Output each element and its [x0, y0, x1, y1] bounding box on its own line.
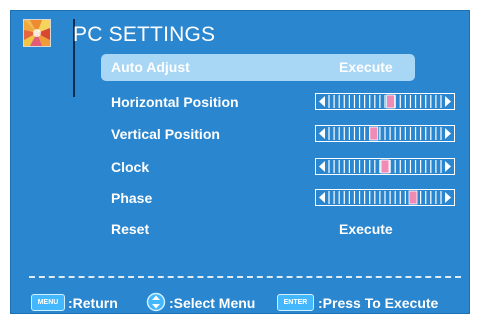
menu-item-auto-adjust[interactable]: Auto Adjust Execute — [11, 56, 469, 80]
up-down-arrows-icon — [146, 292, 166, 312]
menu-item-label: Clock — [111, 159, 150, 175]
slider-handle — [408, 190, 418, 205]
press-to-execute-text: :Press To Execute — [318, 295, 439, 311]
enter-key-button[interactable]: ENTER — [277, 294, 314, 311]
menu-item-label: Auto Adjust — [111, 59, 190, 75]
menu-item-label: Phase — [111, 190, 153, 206]
slider-handle — [386, 94, 395, 109]
page-title: PC SETTINGS — [73, 23, 216, 46]
menu-item-clock[interactable]: Clock — [11, 156, 469, 180]
menu-item-label: Horizontal Position — [111, 94, 239, 110]
menu-item-reset[interactable]: Reset Execute — [11, 218, 469, 242]
vertical-position-slider[interactable] — [315, 125, 455, 142]
menu-item-vertical-position[interactable]: Vertical Position — [11, 123, 469, 147]
menu-item-label: Vertical Position — [111, 126, 220, 142]
horizontal-position-slider[interactable] — [315, 93, 455, 110]
menu-item-label: Reset — [111, 221, 150, 237]
osd-panel: PC SETTINGS Auto Adjust Execute Horizont… — [10, 10, 470, 314]
footer-help-bar: MENU :Return :Select Menu ENTER :Press T… — [11, 291, 469, 313]
menu-key-button[interactable]: MENU — [31, 294, 65, 311]
footer-divider — [29, 276, 461, 278]
slider-handle — [369, 126, 379, 141]
execute-value: Execute — [339, 59, 393, 75]
slider-handle — [380, 159, 390, 174]
colorful-logo-icon — [23, 19, 51, 47]
menu-item-horizontal-position[interactable]: Horizontal Position — [11, 91, 469, 115]
clock-slider[interactable] — [315, 158, 455, 175]
select-menu-text: :Select Menu — [169, 295, 256, 311]
return-text: :Return — [68, 295, 118, 311]
menu-item-phase[interactable]: Phase — [11, 187, 469, 211]
execute-value: Execute — [339, 221, 393, 237]
phase-slider[interactable] — [315, 189, 455, 206]
